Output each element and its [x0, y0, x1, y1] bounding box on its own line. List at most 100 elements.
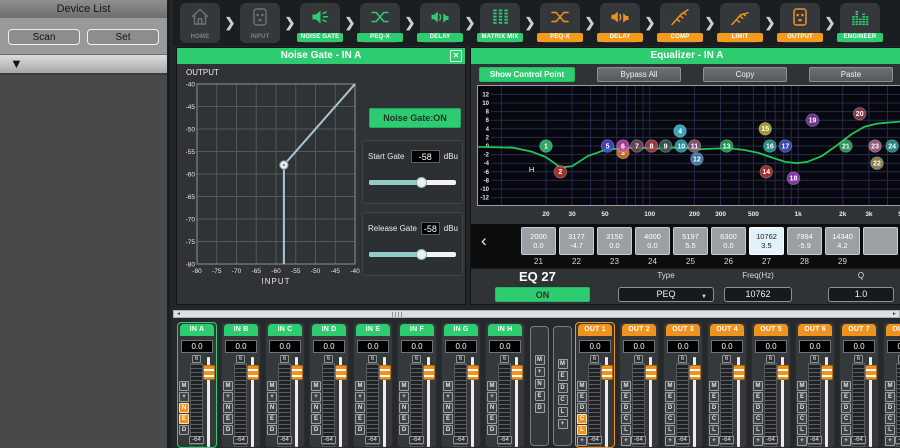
nav-item-home[interactable]: HOME	[180, 3, 220, 43]
channel-strip-in-c[interactable]: IN C 0.0 6 M+NED -64	[265, 322, 305, 448]
channel-button-M[interactable]: M	[665, 381, 675, 391]
fader-track[interactable]	[471, 357, 474, 447]
q-input[interactable]: 1.0	[828, 287, 894, 302]
channel-button-L[interactable]: L	[797, 425, 807, 435]
fader-track[interactable]	[781, 357, 784, 447]
master-button-M[interactable]: M	[535, 355, 545, 365]
nav-item-limit[interactable]: LIMIT	[720, 3, 760, 43]
channel-level-value[interactable]: 0.0	[667, 340, 699, 353]
nav-item-output[interactable]: OUTPUT	[780, 3, 820, 43]
channel-strip-out-3[interactable]: OUT 3 0.0 6 MEDCL+ -64	[663, 322, 703, 448]
channel-level-value[interactable]: 0.0	[357, 340, 389, 353]
master-button-N[interactable]: N	[535, 379, 545, 389]
nav-item-peq-x[interactable]: PEQ-X	[360, 3, 400, 43]
channel-label[interactable]: IN F	[400, 324, 434, 336]
channel-level-value[interactable]: 0.0	[269, 340, 301, 353]
channel-button-N[interactable]: N	[399, 403, 409, 413]
master-button-+[interactable]: +	[558, 419, 568, 429]
fader-track[interactable]	[605, 357, 608, 447]
master-button-D[interactable]: D	[558, 383, 568, 393]
channel-button-L[interactable]: L	[709, 425, 719, 435]
channel-button-D[interactable]: D	[621, 403, 631, 413]
scrollbar-thumb[interactable]	[392, 312, 402, 317]
channel-label[interactable]: IN E	[356, 324, 390, 336]
nav-item-input[interactable]: INPUT	[240, 3, 280, 43]
channel-button-D[interactable]: D	[665, 403, 675, 413]
channel-level-value[interactable]: 0.0	[623, 340, 655, 353]
channel-button-M[interactable]: M	[267, 381, 277, 391]
channel-label[interactable]: IN A	[180, 324, 214, 336]
channel-label[interactable]: OUT 4	[710, 324, 744, 336]
master-button-E[interactable]: E	[535, 391, 545, 401]
scroll-right-icon[interactable]: ►	[892, 311, 897, 318]
channel-button-M[interactable]: M	[841, 381, 851, 391]
fader-handle[interactable]	[203, 365, 215, 380]
channel-button-M[interactable]: M	[487, 381, 497, 391]
channel-button-E[interactable]: E	[223, 414, 233, 424]
fader-track[interactable]	[207, 357, 210, 447]
fader-handle[interactable]	[865, 365, 877, 380]
channel-button-M[interactable]: M	[797, 381, 807, 391]
release-gate-value[interactable]: -58	[421, 222, 440, 235]
channel-button-M[interactable]: M	[885, 381, 895, 391]
nav-item-peq-x[interactable]: PEQ-X	[540, 3, 580, 43]
release-gate-slider[interactable]	[369, 252, 456, 257]
channel-level-value[interactable]: 0.0	[401, 340, 433, 353]
fader-track[interactable]	[339, 357, 342, 447]
channel-strip-out-7[interactable]: OUT 7 0.0 6 MEDCL+ -64	[839, 322, 879, 448]
channel-strip-out-5[interactable]: OUT 5 0.0 6 MEDCL+ -64	[751, 322, 791, 448]
channel-button-N[interactable]: N	[487, 403, 497, 413]
fader-track[interactable]	[383, 357, 386, 447]
start-gate-slider-handle[interactable]	[416, 177, 427, 188]
channel-button-E[interactable]: E	[399, 414, 409, 424]
channel-level-value[interactable]: 0.0	[887, 340, 900, 353]
eq-band-cell[interactable]: 40000.0	[635, 227, 670, 255]
channel-button-E[interactable]: E	[267, 414, 277, 424]
channel-button-D[interactable]: D	[223, 425, 233, 435]
channel-level-value[interactable]: 0.0	[843, 340, 875, 353]
eq-on-button[interactable]: ON	[495, 287, 590, 302]
bypass-all-button[interactable]: Bypass All	[597, 67, 681, 82]
channel-button-E[interactable]: E	[665, 392, 675, 402]
channel-level-value[interactable]: 0.0	[579, 340, 611, 353]
channel-level-value[interactable]: 0.0	[489, 340, 521, 353]
channel-button-N[interactable]: N	[179, 403, 189, 413]
channel-button-M[interactable]: M	[753, 381, 763, 391]
fader-track[interactable]	[737, 357, 740, 447]
channel-button-D[interactable]: D	[179, 425, 189, 435]
fader-handle[interactable]	[733, 365, 745, 380]
close-icon[interactable]: ✕	[450, 50, 462, 62]
channel-button-+[interactable]: +	[797, 436, 807, 446]
channel-strip-out-4[interactable]: OUT 4 0.0 6 MEDCL+ -64	[707, 322, 747, 448]
eq-band-cell[interactable]	[863, 227, 898, 255]
copy-button[interactable]: Copy	[703, 67, 787, 82]
channel-label[interactable]: IN G	[444, 324, 478, 336]
master-button-E[interactable]: E	[558, 371, 568, 381]
channel-button-M[interactable]: M	[443, 381, 453, 391]
nav-item-delay[interactable]: DELAY	[420, 3, 460, 43]
channel-button-N[interactable]: N	[355, 403, 365, 413]
channel-strip-out-8[interactable]: OUT 8 0.0 6 MEDCL+ -64	[883, 322, 900, 448]
channel-button-M[interactable]: M	[223, 381, 233, 391]
channel-strip-in-a[interactable]: IN A 0.0 6 M+NED -64	[177, 322, 217, 448]
channel-button-D[interactable]: D	[797, 403, 807, 413]
channel-strip-in-f[interactable]: IN F 0.0 6 M+NED -64	[397, 322, 437, 448]
fader-handle[interactable]	[821, 365, 833, 380]
channel-button-+[interactable]: +	[443, 392, 453, 402]
device-dropdown[interactable]: ▼	[0, 54, 167, 75]
show-control-point-button[interactable]: Show Control Point	[479, 67, 575, 82]
channel-button-+[interactable]: +	[665, 436, 675, 446]
fader-handle[interactable]	[467, 365, 479, 380]
fader-handle[interactable]	[335, 365, 347, 380]
channel-label[interactable]: IN H	[488, 324, 522, 336]
channel-button-E[interactable]: E	[885, 392, 895, 402]
channel-strip-out-6[interactable]: OUT 6 0.0 6 MEDCL+ -64	[795, 322, 835, 448]
master-button-M[interactable]: M	[558, 359, 568, 369]
set-button[interactable]: Set	[87, 29, 159, 45]
fader-track[interactable]	[295, 357, 298, 447]
channel-button-C[interactable]: C	[753, 414, 763, 424]
channel-strip-in-b[interactable]: IN B 0.0 6 M+NED -64	[221, 322, 261, 448]
channel-label[interactable]: OUT 1	[578, 324, 612, 336]
channel-button-E[interactable]: E	[443, 414, 453, 424]
fader-track[interactable]	[427, 357, 430, 447]
